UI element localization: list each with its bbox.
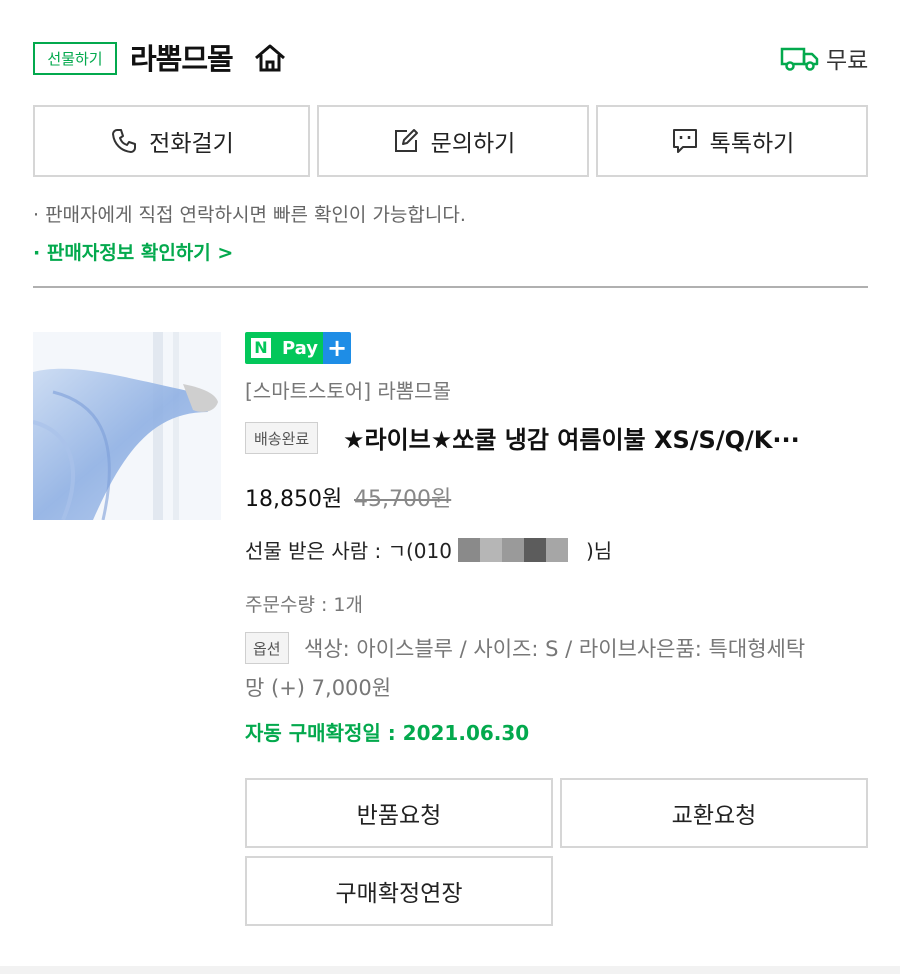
chat-bubble-icon [672, 129, 697, 153]
call-button-label: 전화걸기 [149, 131, 234, 157]
auto-confirm-date: 자동 구매확정일 : 2021.06.30 [245, 721, 530, 745]
edit-icon [394, 129, 418, 152]
option-text-line2: 망 (+) 7,000원 [245, 676, 392, 700]
talktalk-button[interactable]: 톡톡하기 [596, 105, 868, 177]
gift-badge: 선물하기 [33, 42, 117, 75]
delivery-status-badge: 배송완료 [245, 422, 319, 454]
inquiry-button-label: 문의하기 [430, 131, 516, 157]
original-price: 45,700원 [354, 487, 452, 512]
return-request-label: 반품요청 [356, 803, 442, 829]
phone-icon [112, 129, 137, 153]
npay-n-logo: N [251, 338, 271, 358]
order-quantity: 주문수량 : 1개 [245, 594, 363, 616]
store-tag: [스마트스토어] 라뽐므몰 [245, 379, 451, 403]
talktalk-button-label: 톡톡하기 [709, 131, 795, 157]
recipient-prefix: 선물 받은 사람 : ㄱ(010 [245, 539, 452, 563]
shipping-fee-label: 무료 [826, 48, 869, 74]
bottom-separator [0, 966, 900, 974]
section-divider [33, 286, 868, 288]
npay-plus-badge: N Pay + [245, 332, 351, 364]
product-photo [33, 332, 221, 520]
product-image[interactable] [33, 332, 221, 520]
truck-icon [780, 47, 819, 71]
contact-notice: · 판매자에게 직접 연락하시면 빠른 확인이 가능합니다. [33, 204, 466, 226]
product-title[interactable]: ★라이브★쏘쿨 냉감 여름이불 XS/S/Q/K··· [343, 420, 868, 455]
seller-info-link[interactable]: · 판매자정보 확인하기 > [33, 238, 233, 265]
npay-label: Pay [277, 332, 323, 364]
sale-price: 18,850원 [245, 487, 343, 512]
home-icon[interactable] [252, 40, 288, 76]
option-text-line1: 색상: 아이스블루 / 사이즈: S / 라이브사은품: 특대형세탁 [304, 637, 806, 661]
extend-confirmation-button[interactable]: 구매확정연장 [245, 856, 553, 926]
extend-confirmation-label: 구매확정연장 [335, 881, 463, 907]
exchange-request-label: 교환요청 [671, 803, 757, 829]
call-button[interactable]: 전화걸기 [33, 105, 310, 177]
store-name[interactable]: 라뽐므몰 [130, 36, 234, 78]
inquiry-button[interactable]: 문의하기 [317, 105, 589, 177]
exchange-request-button[interactable]: 교환요청 [560, 778, 868, 848]
return-request-button[interactable]: 반품요청 [245, 778, 553, 848]
phone-mask [457, 537, 580, 562]
plus-icon: + [323, 332, 351, 364]
gift-recipient: 선물 받은 사람 : ㄱ(010 )님 [245, 535, 612, 564]
recipient-suffix: )님 [585, 539, 613, 563]
option-badge: 옵션 [245, 632, 289, 664]
